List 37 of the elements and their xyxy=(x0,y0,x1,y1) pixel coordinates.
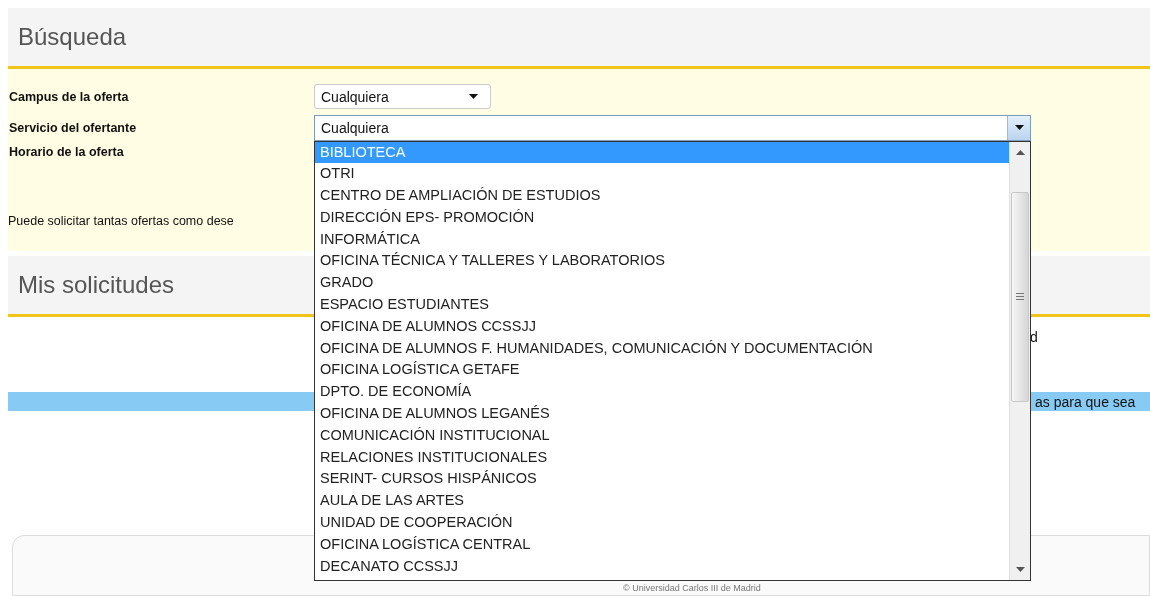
info-text: Puede solicitar tantas ofertas como dese xyxy=(8,214,234,228)
dropdown-option[interactable]: DPTO. DE ECONOMÍA xyxy=(315,381,1009,404)
dropdown-option[interactable]: AULA DE LAS ARTES xyxy=(315,490,1009,513)
section-title: Búsqueda xyxy=(18,23,127,51)
field-label: Horario de la oferta xyxy=(8,145,125,159)
banner-text: as para que sea xyxy=(1035,393,1136,410)
dropdown-option[interactable]: DECANATO CCSSJJ xyxy=(315,555,1009,578)
copyright-text: © Universidad Carlos III de Madrid xyxy=(623,583,761,594)
dropdown-option[interactable]: RELACIONES INSTITUCIONALES xyxy=(315,446,1009,469)
dropdown-option[interactable]: UNIDAD DE COOPERACIÓN xyxy=(315,512,1009,534)
dropdown-option[interactable]: INFORMÁTICA xyxy=(315,228,1009,251)
dropdown-option[interactable]: ESPACIO ESTUDIANTES xyxy=(315,294,1009,316)
dropdown-option[interactable]: OFICINA DE ALUMNOS LEGANÉS xyxy=(315,403,1009,425)
dropdown-option[interactable]: GRADO xyxy=(315,272,1009,295)
scrollbar[interactable] xyxy=(1009,141,1030,580)
dropdown-option[interactable]: OFICINA LOGÍSTICA CENTRAL xyxy=(315,533,1009,556)
dropdown-option[interactable]: COMUNICACIÓN INSTITUCIONAL xyxy=(315,424,1009,447)
body-text: d xyxy=(1030,329,1038,345)
field-label: Campus de la oferta xyxy=(8,89,130,104)
dropdown-option[interactable]: OFICINA TÉCNICA Y TALLERES Y LABORATORIOS xyxy=(315,250,1009,273)
scroll-up-icon[interactable] xyxy=(1015,149,1025,155)
scrollbar-thumb[interactable] xyxy=(1011,191,1029,402)
caret-icon xyxy=(1014,125,1024,130)
dropdown-option[interactable]: CENTRO DE AMPLIACIÓN DE ESTUDIOS xyxy=(315,185,1009,207)
field-label: Servicio del ofertante xyxy=(8,120,138,135)
dropdown-option[interactable]: OFICINA DE ALUMNOS CCSSJJ xyxy=(315,315,1009,338)
section-title: Mis solicitudes xyxy=(18,271,175,299)
dropdown-option[interactable]: OFICINA DE ALUMNOS F. HUMANIDADES, COMUNICACIÓN Y DOCUMENTACIÓN xyxy=(315,337,1009,360)
dropdown-option[interactable]: OFICINA LOGÍSTICA GETAFE xyxy=(315,359,1009,382)
dropdown-option[interactable]: OTRI xyxy=(315,163,1009,186)
dropdown-field[interactable]: Cualquiera xyxy=(314,114,1031,141)
dropdown-option[interactable]: SERINT- CURSOS HISPÁNICOS xyxy=(315,468,1009,491)
dropdown-option[interactable]: DIRECCIÓN EPS- PROMOCIÓN xyxy=(315,206,1009,229)
caret-icon xyxy=(468,94,478,99)
dropdown-field[interactable]: Cualquiera xyxy=(314,84,491,109)
grip-icon xyxy=(1016,293,1024,300)
scroll-down-icon[interactable] xyxy=(1015,566,1025,572)
